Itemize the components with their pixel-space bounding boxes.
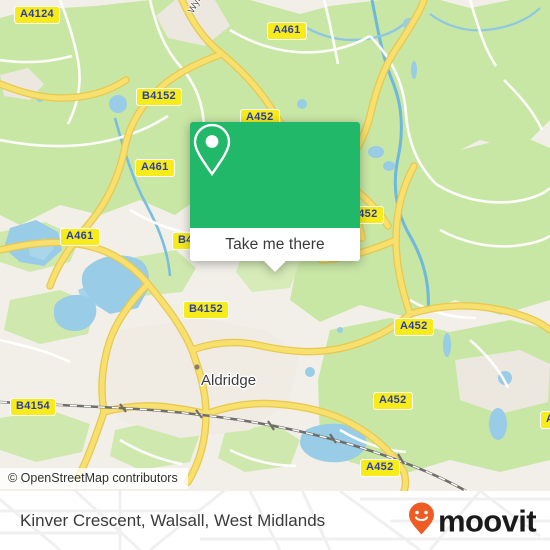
take-me-there-label[interactable]: Take me there xyxy=(225,236,325,254)
road-shield[interactable]: A461 xyxy=(60,228,100,246)
place-label-aldridge: Aldridge xyxy=(201,372,257,389)
location-popup[interactable]: Take me there xyxy=(190,122,360,272)
road-shield[interactable]: A4124 xyxy=(14,6,60,24)
map-canvas[interactable]: Wyrley & E Aldridge A4124 A461 B4152 A45… xyxy=(0,0,550,491)
moovit-pin-glyph xyxy=(408,502,434,534)
road-shield[interactable]: A452 xyxy=(360,459,400,477)
road-shield[interactable]: B4152 xyxy=(183,301,229,319)
moovit-brand[interactable]: moovit xyxy=(407,501,537,540)
road-shield[interactable]: A452 xyxy=(394,318,434,336)
popup-action-bar[interactable]: Take me there xyxy=(190,228,360,272)
moovit-pin-icon xyxy=(407,501,436,540)
road-shield[interactable]: A461 xyxy=(267,22,307,40)
page-footer: Kinver Crescent, Walsall, West Midlands … xyxy=(0,491,550,550)
popup-tail xyxy=(264,261,286,272)
road-shield[interactable]: B4154 xyxy=(10,398,56,416)
road-shield[interactable]: A452 xyxy=(540,411,550,429)
moovit-map-page: Wyrley & E Aldridge A4124 A461 B4152 A45… xyxy=(0,0,550,550)
road-shield[interactable]: A452 xyxy=(373,392,413,410)
road-shield[interactable]: A461 xyxy=(135,159,175,177)
location-title: Kinver Crescent, Walsall, West Midlands xyxy=(20,510,326,530)
map-attribution[interactable]: © OpenStreetMap contributors xyxy=(0,468,188,489)
moovit-wordmark: moovit xyxy=(437,503,537,538)
map-pin-glyph xyxy=(193,123,231,177)
road-shield[interactable]: B4152 xyxy=(172,232,191,250)
road-shield[interactable]: B4152 xyxy=(136,88,182,106)
popup-header xyxy=(190,122,360,228)
